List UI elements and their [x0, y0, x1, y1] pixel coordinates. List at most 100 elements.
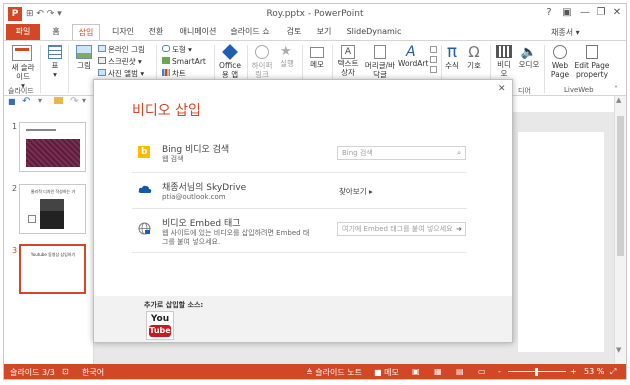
reading-view-icon[interactable]: ▤: [456, 367, 464, 376]
hyperlink-button[interactable]: 하이퍼링크: [250, 45, 274, 79]
tab-animations[interactable]: 애니메이션: [176, 24, 220, 40]
group-separator: [544, 45, 545, 93]
online-pictures-button[interactable]: 온라인 그림: [98, 44, 145, 55]
picture-button[interactable]: 그림: [74, 45, 94, 70]
slide-thumbnail-2[interactable]: 물리적 디자인 작성하는 거: [19, 184, 86, 234]
undo-dropdown-icon[interactable]: ▾: [38, 96, 42, 105]
collapse-ribbon-icon[interactable]: ˄: [614, 85, 618, 94]
symbol-button[interactable]: Ω 기호: [464, 43, 484, 70]
new-slide-label: 새 슬라이드: [11, 63, 35, 81]
table-dropdown-arrow: ▾: [53, 70, 57, 79]
slide-thumbnail-3-selected[interactable]: Youtube 동영상 삽입하기: [19, 244, 86, 294]
action-button[interactable]: ★ 실행: [276, 44, 298, 69]
zoom-out-button[interactable]: -: [498, 367, 501, 376]
slide-thumbnail-1[interactable]: [19, 122, 86, 172]
film-icon: [496, 45, 512, 58]
office-apps-button[interactable]: Office용 앱: [216, 44, 244, 79]
edit-page-property-button[interactable]: Edit Page property: [572, 45, 612, 79]
additional-sources-label: 추가로 삽입할 소스:: [144, 301, 204, 309]
comments-button[interactable]: ■ 메모: [374, 367, 399, 378]
scroll-down-icon[interactable]: ▼: [616, 346, 621, 354]
photo-album-button[interactable]: 사진 앨범 ▾: [98, 68, 144, 79]
group-separator: [68, 45, 69, 93]
fit-slide-icon[interactable]: ⤢: [610, 367, 616, 377]
slide-count: 슬라이드 3/3: [10, 368, 55, 377]
photo-album-icon: [98, 69, 106, 76]
spellcheck-icon[interactable]: ⊡: [62, 367, 69, 376]
embed-tag-input[interactable]: 여기에 Embed 태그를 붙여 넣으세요 ➜: [337, 222, 466, 236]
user-account[interactable]: 채종서 ▾: [551, 27, 580, 38]
tab-review[interactable]: 검토: [282, 24, 306, 40]
slide-sorter-icon[interactable]: ▦: [434, 367, 442, 376]
video-button[interactable]: 비디오: [494, 45, 514, 78]
audio-button[interactable]: 🔈 오디오: [518, 45, 540, 69]
skydrive-browse-link[interactable]: 찾아보기 ▸: [339, 186, 373, 197]
dialog-close-button[interactable]: ✕: [498, 84, 506, 94]
smartart-button[interactable]: SmartArt: [162, 56, 206, 67]
insert-arrow-icon[interactable]: ➜: [456, 223, 462, 235]
globe-icon: [255, 45, 269, 59]
powerpoint-window: P ⊞ ↶ ↷ ▾ Roy.pptx - PowerPoint ? ▣ — ❐ …: [3, 3, 627, 380]
search-icon[interactable]: ⌕: [457, 147, 461, 159]
scroll-up-icon[interactable]: ▲: [616, 96, 621, 104]
tab-insert[interactable]: 삽입: [72, 24, 100, 41]
bing-video-search-subtitle: 웹 검색: [162, 155, 184, 163]
tab-slidedynamic[interactable]: SlideDynamic: [344, 24, 404, 40]
equation-button[interactable]: π 수식: [442, 43, 462, 70]
tab-file[interactable]: 파일: [6, 24, 40, 40]
online-pictures-icon: [98, 45, 106, 52]
shapes-button[interactable]: 도형 ▾: [162, 44, 192, 55]
omega-icon: Ω: [468, 43, 480, 61]
youtube-icon[interactable]: You Tube: [146, 311, 174, 340]
close-window-button[interactable]: ✕: [608, 6, 626, 20]
web-page-button[interactable]: Web Page: [548, 45, 572, 79]
speaker-icon: 🔈: [520, 45, 538, 60]
wordart-button[interactable]: A WordArt: [398, 45, 428, 68]
zoom-in-button[interactable]: +: [570, 367, 577, 376]
help-icon[interactable]: ?: [540, 6, 558, 20]
new-slide-button[interactable]: 새 슬라이드 ▾: [10, 45, 36, 90]
tab-home[interactable]: 홈: [46, 24, 66, 40]
tab-design[interactable]: 디자인: [108, 24, 138, 40]
notes-button[interactable]: ≜ 슬라이드 노트: [306, 367, 362, 378]
tab-view[interactable]: 보기: [312, 24, 336, 40]
redo-icon[interactable]: ↷: [70, 96, 78, 107]
ribbon-display-options-icon[interactable]: ▣: [558, 6, 576, 20]
customize-qat-icon[interactable]: ▾: [82, 96, 86, 105]
youtube-tube-text: Tube: [149, 325, 171, 337]
screenshot-label: 스크린샷 ▾: [108, 57, 142, 66]
comment-button[interactable]: 메모: [306, 45, 328, 69]
table-icon: [48, 45, 62, 59]
open-icon[interactable]: [54, 97, 63, 104]
screenshot-icon: [98, 57, 106, 64]
option-divider: [132, 252, 467, 253]
star-icon: ★: [280, 44, 292, 59]
slide-number: 2: [12, 184, 18, 193]
text-box-button[interactable]: A 텍스트 상자: [334, 45, 362, 77]
tab-slide-show[interactable]: 슬라이드 쇼: [228, 24, 272, 40]
zoom-level[interactable]: 53 %: [584, 367, 604, 376]
zoom-slider-thumb[interactable]: [535, 368, 538, 376]
edit-page-icon: [586, 45, 598, 59]
option-divider: [132, 172, 467, 173]
undo-icon[interactable]: ↶: [22, 96, 30, 107]
bing-icon: b: [138, 146, 150, 158]
save-icon[interactable]: ■: [8, 97, 16, 106]
action-label: 실행: [280, 59, 294, 68]
header-footer-button[interactable]: 머리글/바닥글: [362, 45, 398, 79]
bing-search-input[interactable]: Bing 검색 ⌕: [337, 146, 466, 160]
vertical-scrollbar[interactable]: ▲ ▼: [614, 96, 626, 364]
scroll-thumb[interactable]: [617, 116, 624, 256]
smartart-label: SmartArt: [172, 57, 206, 66]
office-store-icon: [222, 44, 238, 60]
chart-button[interactable]: 차트: [162, 68, 186, 79]
text-small-buttons[interactable]: [430, 46, 438, 82]
shapes-label: 도형 ▾: [172, 45, 192, 54]
normal-view-icon[interactable]: ▣: [412, 367, 420, 376]
window-title: Roy.pptx - PowerPoint: [266, 9, 364, 19]
slideshow-icon[interactable]: ▭: [478, 367, 486, 376]
table-button[interactable]: 표 ▾: [46, 45, 64, 79]
language[interactable]: 한국어: [82, 367, 104, 378]
tab-transitions[interactable]: 전환: [144, 24, 168, 40]
screenshot-button[interactable]: 스크린샷 ▾: [98, 56, 142, 67]
